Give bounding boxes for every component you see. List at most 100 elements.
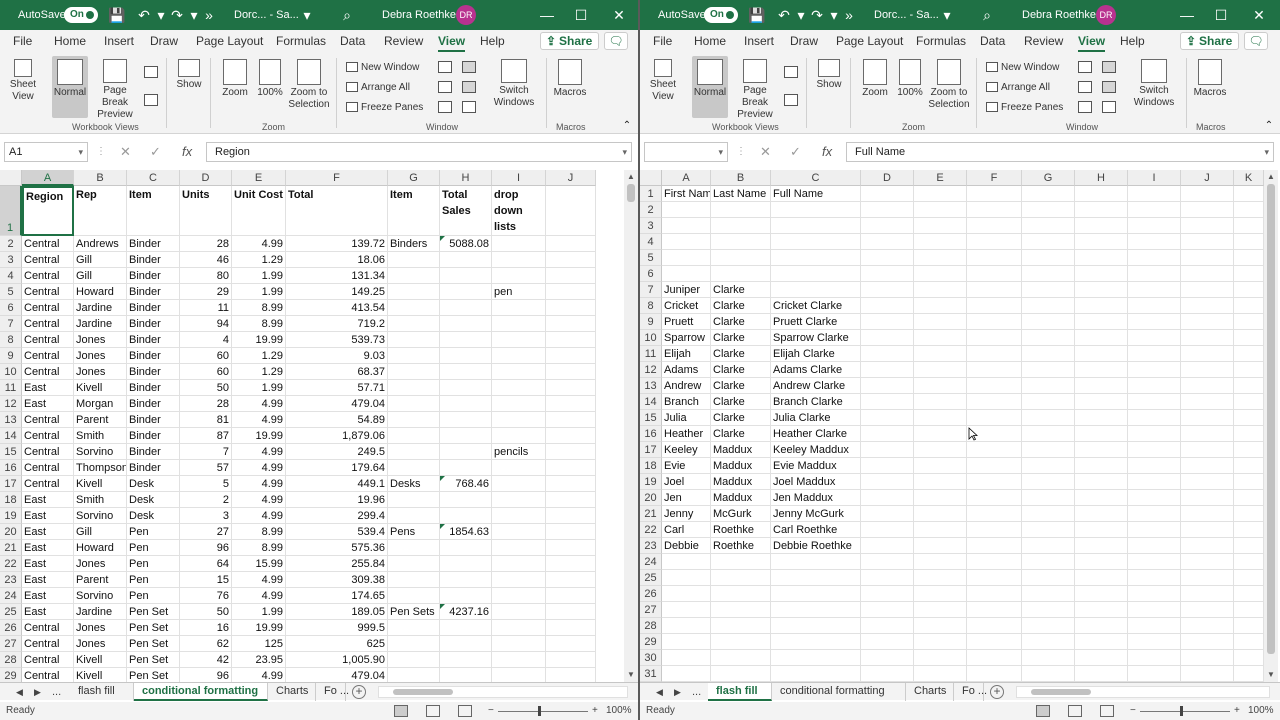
cell[interactable] <box>492 380 546 396</box>
cell[interactable]: 5088.08 <box>440 236 492 252</box>
cell[interactable]: Jones <box>74 636 127 652</box>
cell[interactable] <box>771 650 861 666</box>
horizontal-scroll-thumb[interactable] <box>393 689 453 695</box>
cell[interactable]: Binder <box>127 236 180 252</box>
cell[interactable] <box>914 410 967 426</box>
cell[interactable]: 299.4 <box>286 508 388 524</box>
cell[interactable]: Jen <box>662 490 711 506</box>
tab-view[interactable]: View <box>1078 30 1106 52</box>
cell[interactable] <box>1075 218 1128 234</box>
cell[interactable] <box>1234 554 1264 570</box>
cell[interactable] <box>662 266 711 282</box>
cell[interactable] <box>440 556 492 572</box>
cell[interactable]: Central <box>22 348 74 364</box>
search-icon[interactable]: ⌕ <box>338 0 356 30</box>
cell[interactable] <box>861 506 914 522</box>
cell[interactable] <box>1181 474 1234 490</box>
cell[interactable] <box>1075 426 1128 442</box>
cell[interactable]: Central <box>22 476 74 492</box>
cell[interactable]: Pen Set <box>127 636 180 652</box>
cell[interactable] <box>861 618 914 634</box>
cell[interactable] <box>440 332 492 348</box>
cell[interactable] <box>1128 586 1181 602</box>
zoom-button[interactable]: Zoom <box>856 56 894 118</box>
cell[interactable]: Desk <box>127 508 180 524</box>
cell[interactable]: Central <box>22 284 74 300</box>
cell[interactable] <box>1022 618 1075 634</box>
zoom-button[interactable]: Zoom <box>216 56 254 118</box>
row-header[interactable]: 10 <box>640 330 662 346</box>
cell[interactable]: 4.99 <box>232 508 286 524</box>
cell[interactable] <box>861 586 914 602</box>
column-header[interactable]: C <box>127 170 180 186</box>
cell[interactable] <box>914 218 967 234</box>
cell[interactable] <box>492 332 546 348</box>
row-header[interactable]: 15 <box>0 444 22 460</box>
cell[interactable]: Jones <box>74 620 127 636</box>
cell[interactable] <box>388 268 440 284</box>
cell[interactable]: Joel Maddux <box>771 474 861 490</box>
unhide-icon[interactable] <box>1078 101 1092 113</box>
row-header[interactable]: 20 <box>640 490 662 506</box>
cell[interactable]: Parent <box>74 572 127 588</box>
cell[interactable]: Julia Clarke <box>771 410 861 426</box>
cell[interactable] <box>967 314 1022 330</box>
cell[interactable]: 60 <box>180 348 232 364</box>
cell[interactable] <box>1075 458 1128 474</box>
cell[interactable] <box>1128 458 1181 474</box>
row-header[interactable]: 18 <box>0 492 22 508</box>
cell[interactable]: Central <box>22 620 74 636</box>
cell[interactable] <box>914 490 967 506</box>
cell[interactable] <box>492 396 546 412</box>
row-header[interactable]: 23 <box>0 572 22 588</box>
share-button[interactable]: Share <box>1180 32 1240 50</box>
avatar[interactable]: DR <box>1096 5 1116 25</box>
cell[interactable] <box>914 602 967 618</box>
switch-windows-button[interactable]: Switch Windows <box>484 56 544 118</box>
column-header[interactable]: E <box>914 170 967 186</box>
cell[interactable] <box>711 266 771 282</box>
row-header[interactable]: 5 <box>640 250 662 266</box>
row-header[interactable]: 14 <box>0 428 22 444</box>
cell[interactable] <box>967 330 1022 346</box>
cell[interactable]: 42 <box>180 652 232 668</box>
cell[interactable]: Pen <box>127 540 180 556</box>
document-name[interactable]: Dorc... - Sa... <box>874 0 939 30</box>
cell[interactable] <box>388 332 440 348</box>
cell[interactable]: Pruett Clarke <box>771 314 861 330</box>
cell[interactable] <box>771 554 861 570</box>
cell[interactable] <box>967 394 1022 410</box>
cell[interactable] <box>546 476 596 492</box>
show-button[interactable]: Show <box>172 56 206 118</box>
cell[interactable] <box>967 378 1022 394</box>
add-sheet-icon[interactable]: + <box>352 685 366 699</box>
cell[interactable] <box>492 524 546 540</box>
cell[interactable] <box>861 522 914 538</box>
cell[interactable] <box>440 636 492 652</box>
cell[interactable] <box>771 218 861 234</box>
cell[interactable]: Roethke <box>711 538 771 554</box>
zoom-percent[interactable]: 100% <box>606 702 632 720</box>
scroll-up-icon[interactable]: ▲ <box>624 170 638 184</box>
cell[interactable] <box>1234 650 1264 666</box>
cell[interactable] <box>861 442 914 458</box>
cell[interactable] <box>1234 458 1264 474</box>
cell[interactable] <box>1181 410 1234 426</box>
cell[interactable] <box>546 460 596 476</box>
cell[interactable] <box>1234 250 1264 266</box>
cell[interactable] <box>1128 474 1181 490</box>
cell[interactable] <box>546 364 596 380</box>
cell[interactable]: 15 <box>180 572 232 588</box>
cell[interactable] <box>1181 186 1234 202</box>
cell[interactable]: East <box>22 540 74 556</box>
synchronous-scrolling-icon[interactable] <box>1102 81 1116 93</box>
cell[interactable]: Clarke <box>711 394 771 410</box>
cell[interactable] <box>1022 506 1075 522</box>
cell[interactable] <box>492 652 546 668</box>
cell[interactable] <box>1022 634 1075 650</box>
row-header[interactable]: 25 <box>640 570 662 586</box>
cell[interactable] <box>492 428 546 444</box>
cell[interactable] <box>967 634 1022 650</box>
cell[interactable] <box>388 444 440 460</box>
cell[interactable] <box>1181 234 1234 250</box>
